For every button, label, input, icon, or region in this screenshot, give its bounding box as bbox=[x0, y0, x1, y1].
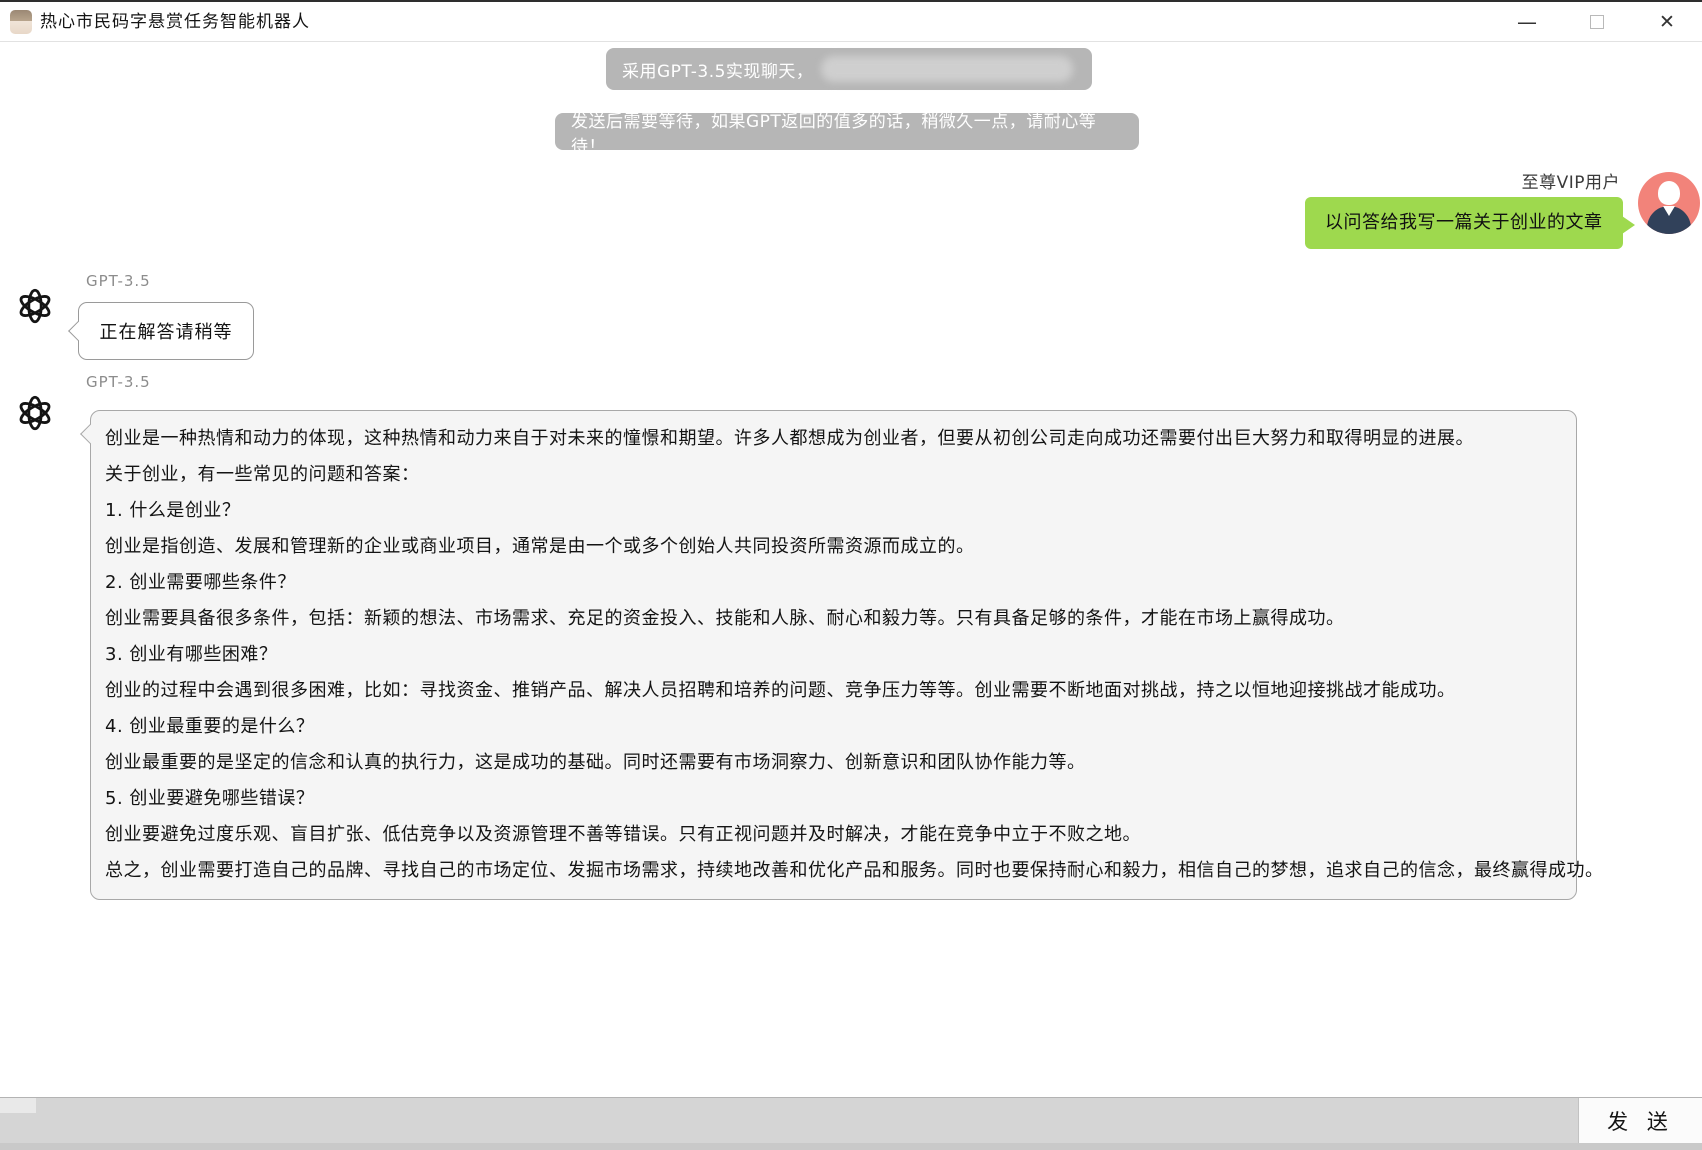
message-input[interactable] bbox=[0, 1098, 1578, 1143]
gpt-model-label: GPT-3.5 bbox=[86, 373, 151, 391]
reply-line: 关于创业，有一些常见的问题和答案： bbox=[105, 457, 1562, 493]
title-bar: 热心市民码字悬赏任务智能机器人 — ✕ bbox=[0, 2, 1702, 42]
reply-line: 创业最重要的是坚定的信念和认真的执行力，这是成功的基础。同时还需要有市场洞察力、… bbox=[105, 745, 1562, 781]
reply-line: 1. 什么是创业？ bbox=[105, 493, 1562, 529]
notice-bubble-wait-hint: 发送后需要等待，如果GPT返回的值多的话，稍微久一点，请耐心等待！ bbox=[555, 113, 1139, 150]
bubble-tail bbox=[80, 424, 100, 444]
user-message-text: 以问答给我写一篇关于创业的文章 bbox=[1325, 212, 1603, 233]
reply-line: 总之，创业需要打造自己的品牌、寻找自己的市场定位、发掘市场需求，持续地改善和优化… bbox=[105, 853, 1562, 889]
minimize-icon: — bbox=[1517, 17, 1537, 27]
bubble-tail bbox=[68, 321, 88, 341]
vip-user-label: 至尊VIP用户 bbox=[1522, 168, 1620, 193]
user-avatar bbox=[1638, 172, 1700, 234]
reply-line: 2. 创业需要哪些条件？ bbox=[105, 565, 1562, 601]
reply-line: 5. 创业要避免哪些错误？ bbox=[105, 781, 1562, 817]
notice-text: 发送后需要等待，如果GPT返回的值多的话，稍微久一点，请耐心等待！ bbox=[571, 107, 1123, 157]
app-icon bbox=[10, 10, 32, 34]
app-window: 热心市民码字悬赏任务智能机器人 — ✕ 采用GPT-3.5实现聊天， 发送后需要… bbox=[0, 0, 1702, 1147]
maximize-button[interactable] bbox=[1562, 2, 1632, 42]
openai-logo-icon bbox=[14, 392, 56, 434]
openai-logo-icon bbox=[14, 285, 56, 327]
avatar-person-icon bbox=[1658, 181, 1680, 205]
composer-bar: 发 送 bbox=[0, 1097, 1702, 1149]
reply-line: 创业需要具备很多条件，包括：新颖的想法、市场需求、充足的资金投入、技能和人脉、耐… bbox=[105, 601, 1562, 637]
reply-line: 创业是一种热情和动力的体现，这种热情和动力来自于对未来的憧憬和期望。许多人都想成… bbox=[105, 421, 1562, 457]
gpt-model-label: GPT-3.5 bbox=[86, 272, 151, 290]
maximize-icon bbox=[1590, 15, 1604, 29]
window-title: 热心市民码字悬赏任务智能机器人 bbox=[40, 2, 310, 42]
reply-line: 创业要避免过度乐观、盲目扩张、低估竞争以及资源管理不善等错误。只有正视问题并及时… bbox=[105, 817, 1562, 853]
notice-text: 采用GPT-3.5实现聊天， bbox=[622, 57, 813, 82]
window-controls: — ✕ bbox=[1492, 2, 1702, 42]
bot-status-bubble: 正在解答请稍等 bbox=[78, 302, 254, 360]
close-button[interactable]: ✕ bbox=[1632, 2, 1702, 42]
bubble-tail bbox=[1622, 216, 1635, 234]
bot-status-text: 正在解答请稍等 bbox=[100, 318, 233, 344]
send-button-label: 发 送 bbox=[1607, 1106, 1674, 1136]
reply-line: 3. 创业有哪些困难？ bbox=[105, 637, 1562, 673]
send-button[interactable]: 发 送 bbox=[1578, 1098, 1702, 1143]
minimize-button[interactable]: — bbox=[1492, 2, 1562, 42]
bot-reply-bubble: 创业是一种热情和动力的体现，这种热情和动力来自于对未来的憧憬和期望。许多人都想成… bbox=[90, 410, 1577, 900]
redacted-text bbox=[821, 56, 1073, 82]
user-message-bubble: 以问答给我写一篇关于创业的文章 bbox=[1305, 197, 1623, 249]
reply-line: 4. 创业最重要的是什么？ bbox=[105, 709, 1562, 745]
reply-line: 创业的过程中会遇到很多困难，比如：寻找资金、推销产品、解决人员招聘和培养的问题、… bbox=[105, 673, 1562, 709]
notice-bubble-chat-mode: 采用GPT-3.5实现聊天， bbox=[606, 48, 1092, 90]
reply-line: 创业是指创造、发展和管理新的企业或商业项目，通常是由一个或多个创始人共同投资所需… bbox=[105, 529, 1562, 565]
close-icon: ✕ bbox=[1659, 11, 1675, 33]
